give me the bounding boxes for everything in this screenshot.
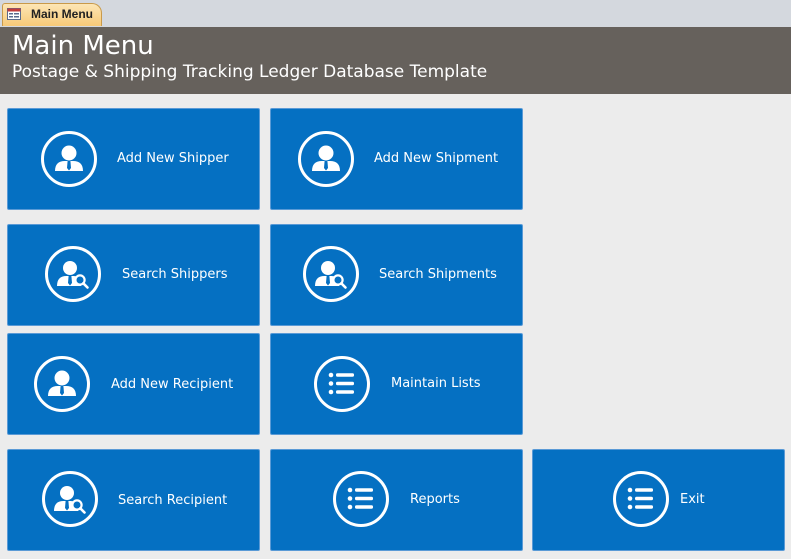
user-search-icon <box>42 471 98 527</box>
page-subtitle: Postage & Shipping Tracking Ledger Datab… <box>12 62 488 82</box>
reports-label: Reports <box>410 492 460 507</box>
maintain-lists-button[interactable]: Maintain Lists <box>270 333 523 435</box>
exit-label: Exit <box>680 492 705 507</box>
user-search-icon <box>45 246 101 302</box>
search-shipments-label: Search Shipments <box>379 267 497 282</box>
user-icon <box>34 356 90 412</box>
add-new-shipper-button[interactable]: Add New Shipper <box>7 108 260 210</box>
tab-label: Main Menu <box>31 7 93 21</box>
search-shipments-button[interactable]: Search Shipments <box>270 224 523 326</box>
list-icon <box>613 471 669 527</box>
list-icon <box>314 356 370 412</box>
tab-main-menu[interactable]: Main Menu <box>2 3 102 26</box>
list-icon <box>333 471 389 527</box>
user-search-icon <box>303 246 359 302</box>
search-recipient-button[interactable]: Search Recipient <box>7 449 260 551</box>
add-new-shipper-label: Add New Shipper <box>117 151 229 166</box>
user-icon <box>41 131 97 187</box>
reports-button[interactable]: Reports <box>270 449 523 551</box>
user-icon <box>298 131 354 187</box>
form-header: Main Menu Postage & Shipping Tracking Le… <box>0 27 791 94</box>
maintain-lists-label: Maintain Lists <box>391 376 481 391</box>
add-new-shipment-label: Add New Shipment <box>374 151 499 166</box>
search-recipient-label: Search Recipient <box>118 493 228 508</box>
document-tab-bar: Main Menu <box>0 0 791 28</box>
search-shippers-button[interactable]: Search Shippers <box>7 224 260 326</box>
search-shippers-label: Search Shippers <box>122 267 228 282</box>
add-new-recipient-label: Add New Recipient <box>111 377 234 392</box>
page-title: Main Menu <box>12 31 154 61</box>
add-new-shipment-button[interactable]: Add New Shipment <box>270 108 523 210</box>
add-new-recipient-button[interactable]: Add New Recipient <box>7 333 260 435</box>
form-icon <box>7 8 21 20</box>
exit-button[interactable]: Exit <box>532 449 785 551</box>
